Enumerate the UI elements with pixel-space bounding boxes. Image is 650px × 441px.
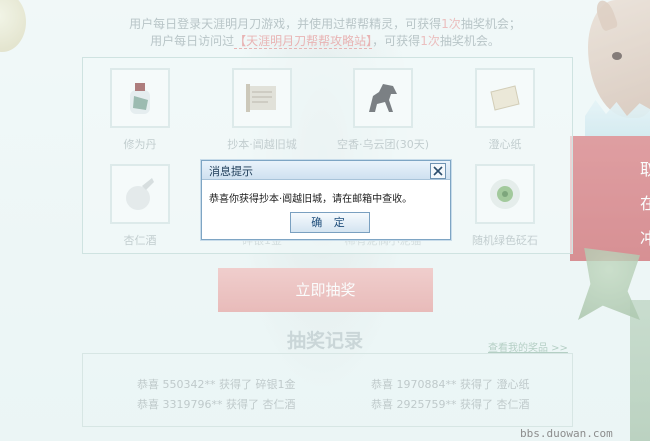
message-dialog: 消息提示 恭喜你获得抄本·阊越旧城，请在邮箱中查收。 确 定 bbox=[201, 160, 451, 240]
prize-thumb bbox=[110, 164, 170, 224]
prize-item: 抄本·阊越旧城 bbox=[207, 68, 317, 152]
prize-thumb bbox=[475, 164, 535, 224]
prize-thumb bbox=[353, 68, 413, 128]
guide-site-link[interactable]: 【天涯明月刀帮帮攻略站】 bbox=[234, 34, 373, 49]
paper-icon bbox=[490, 85, 520, 111]
prize-name: 空香·乌云团(30天) bbox=[336, 138, 430, 151]
prize-name: 随机绿色砭石 bbox=[472, 234, 538, 247]
intro-text: 用户每日登录天涯明月刀游戏，并使用过帮帮精灵，可获得 bbox=[129, 17, 442, 31]
prize-thumb bbox=[110, 68, 170, 128]
banner-char: 取 bbox=[640, 160, 650, 179]
banner-char: 冲 bbox=[640, 229, 650, 248]
dialog-title: 消息提示 bbox=[209, 165, 253, 178]
intro-line-1: 用户每日登录天涯明月刀游戏，并使用过帮帮精灵，可获得1次抽奖机会； bbox=[0, 15, 650, 32]
records-box: 恭喜 550342** 获得了 碎银1金 恭喜 1970884** 获得了 澄心… bbox=[82, 353, 573, 427]
prize-item: 澄心纸 bbox=[450, 68, 560, 152]
record-item: 恭喜 3319796** 获得了 杏仁酒 bbox=[137, 398, 296, 411]
draw-count: 1次 bbox=[441, 17, 461, 31]
prize-item: 随机绿色砭石 bbox=[450, 164, 560, 248]
wine-jar-icon bbox=[126, 178, 154, 210]
intro-text: 用户每日访问过 bbox=[150, 34, 235, 48]
close-button[interactable] bbox=[430, 163, 446, 179]
intro-text: 抽奖机会； bbox=[460, 17, 521, 31]
draw-button[interactable]: 立即抽奖 bbox=[218, 268, 433, 312]
prize-thumb bbox=[232, 68, 292, 128]
dialog-message: 恭喜你获得抄本·阊越旧城，请在邮箱中查收。 bbox=[209, 194, 413, 205]
banner-char: 在 bbox=[640, 194, 650, 213]
watermark: bbs.duowan.com bbox=[520, 427, 613, 440]
record-item: 恭喜 2925759** 获得了 杏仁酒 bbox=[371, 398, 530, 411]
intro-line-2: 用户每日访问过【天涯明月刀帮帮攻略站】，可获得1次抽奖机会。 bbox=[0, 32, 650, 49]
record-item: 恭喜 550342** 获得了 碎银1金 bbox=[137, 378, 296, 391]
prize-name: 修为丹 bbox=[123, 138, 157, 151]
ok-button[interactable]: 确 定 bbox=[290, 212, 370, 233]
intro-text: ，可获得 bbox=[372, 34, 421, 48]
horse-icon bbox=[369, 84, 397, 112]
prize-name: 杏仁酒 bbox=[123, 234, 157, 247]
record-item: 恭喜 1970884** 获得了 澄心纸 bbox=[371, 378, 530, 391]
prize-item: 杏仁酒 bbox=[85, 164, 195, 248]
tree-decoration bbox=[630, 300, 650, 441]
ice-decoration bbox=[585, 100, 650, 140]
scroll-icon bbox=[246, 84, 276, 112]
green-stone-icon bbox=[490, 179, 520, 209]
prize-name: 抄本·阊越旧城 bbox=[227, 138, 297, 151]
lottery-page: 取 在 冲 用户每日登录天涯明月刀游戏，并使用过帮帮精灵，可获得1次抽奖机会； … bbox=[0, 0, 650, 441]
side-banner bbox=[570, 136, 650, 261]
elixir-bottle-icon bbox=[130, 83, 150, 114]
prize-thumb bbox=[475, 68, 535, 128]
draw-count: 1次 bbox=[420, 34, 440, 48]
prize-item: 修为丹 bbox=[85, 68, 195, 152]
prize-item: 空香·乌云团(30天) bbox=[328, 68, 438, 152]
deer-eye-decoration bbox=[612, 52, 622, 60]
intro-text: 抽奖机会。 bbox=[439, 34, 500, 48]
close-icon bbox=[433, 166, 443, 176]
dialog-header: 消息提示 bbox=[202, 161, 450, 180]
prize-name: 澄心纸 bbox=[488, 138, 522, 151]
my-prizes-link[interactable]: 查看我的奖品 >> bbox=[488, 339, 568, 354]
